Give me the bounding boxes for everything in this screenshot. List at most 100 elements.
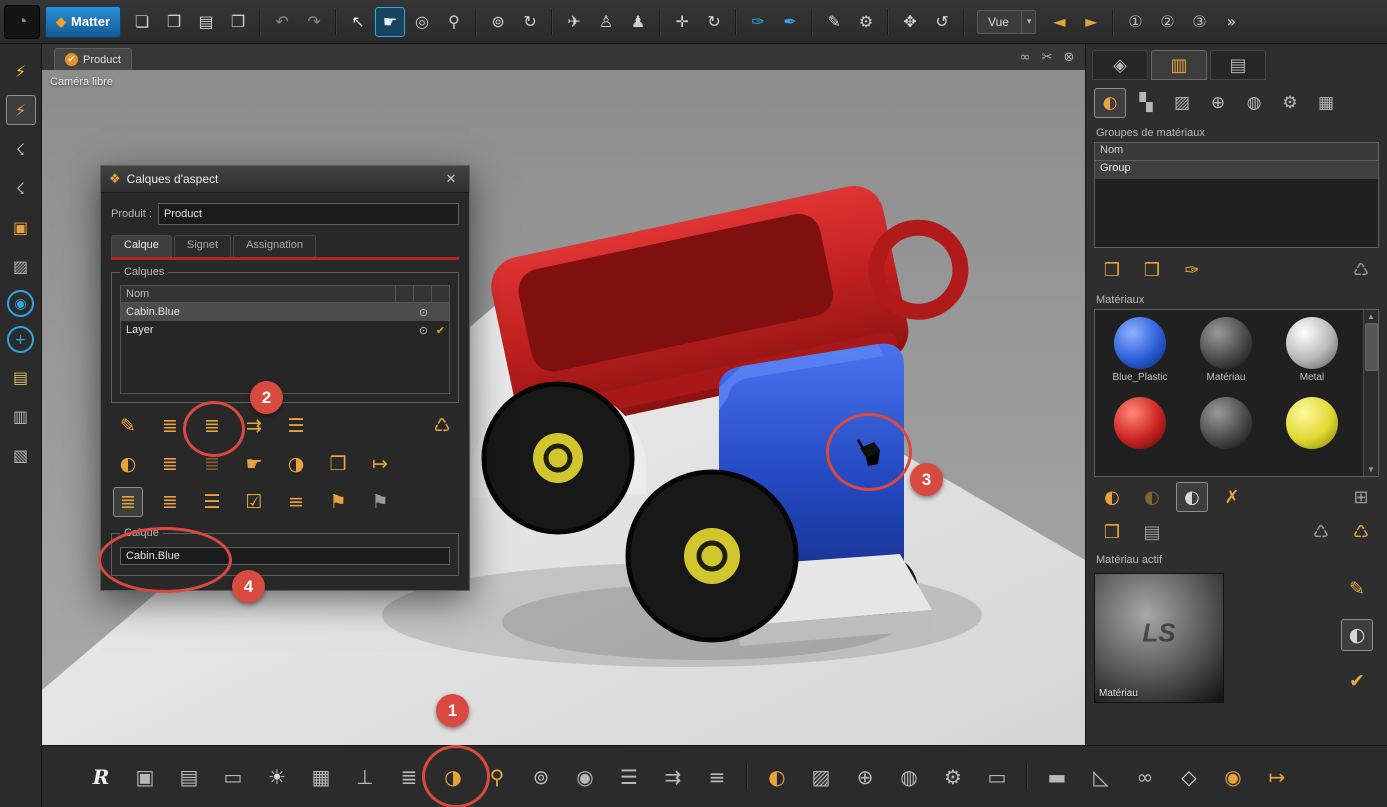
capture-screen-icon[interactable]: ▭ bbox=[214, 758, 252, 796]
translate-icon[interactable]: ✛ bbox=[667, 7, 697, 37]
camera-target-icon[interactable]: ⊚ bbox=[483, 7, 513, 37]
set-square-icon[interactable]: ◺ bbox=[1082, 758, 1120, 796]
new-file-icon[interactable]: ❏ bbox=[127, 7, 157, 37]
material-tile[interactable] bbox=[1269, 392, 1355, 472]
snapshot-gallery-icon[interactable]: ▣ bbox=[126, 758, 164, 796]
material-tile[interactable]: Metal bbox=[1269, 312, 1355, 392]
images-library-icon[interactable]: ▨ bbox=[802, 758, 840, 796]
tab-assignation[interactable]: Assignation bbox=[233, 235, 316, 257]
database-tab[interactable]: ▤ bbox=[1210, 50, 1266, 80]
new-material-icon[interactable]: ◐ bbox=[1096, 482, 1128, 512]
eye-icon[interactable]: ⊙ bbox=[415, 324, 432, 337]
redo-icon[interactable]: ↷ bbox=[299, 7, 329, 37]
duplicate-material-icon[interactable]: ◐ bbox=[1136, 482, 1168, 512]
link-layers-icon[interactable]: ≡ bbox=[281, 487, 311, 517]
materials-lib-icon[interactable]: ◐ bbox=[1094, 88, 1126, 118]
grid-view-icon[interactable]: ⊞ bbox=[1345, 482, 1377, 512]
matter-mode-button[interactable]: ◆ Matter bbox=[45, 6, 121, 38]
checklist-icon[interactable]: ⇉ bbox=[654, 758, 692, 796]
pick-assign-icon[interactable]: ✎ bbox=[113, 411, 143, 441]
images-lib-icon[interactable]: ▨ bbox=[1166, 88, 1198, 118]
import-material-icon[interactable]: ❒ bbox=[1096, 517, 1128, 547]
chevron-down-icon[interactable]: ▾ bbox=[1021, 11, 1032, 33]
materials-scrollbar[interactable]: ▲ ▼ bbox=[1363, 310, 1378, 476]
product-input[interactable] bbox=[158, 203, 459, 225]
zoom-camera-icon[interactable]: ⚲ bbox=[439, 7, 469, 37]
image-settings-icon[interactable]: ▤ bbox=[170, 758, 208, 796]
new-group-icon[interactable]: ❒ bbox=[1096, 255, 1128, 285]
app-logo-icon[interactable]: ◔ bbox=[4, 5, 40, 39]
camera-orbit-icon[interactable]: ↻ bbox=[515, 7, 545, 37]
pick-settings-icon[interactable]: ⚙ bbox=[851, 7, 881, 37]
adjust-sliders-icon[interactable]: ≣ bbox=[390, 758, 428, 796]
orbit-camera-icon[interactable]: ◎ bbox=[407, 7, 437, 37]
delete-layer-icon[interactable]: ♺ bbox=[427, 411, 457, 441]
validate-layers-icon[interactable]: ☑ bbox=[239, 487, 269, 517]
material-tile[interactable]: Blue_Plastic bbox=[1097, 312, 1183, 392]
clean-group-icon[interactable]: ✑ bbox=[1176, 255, 1208, 285]
select-cursor-icon[interactable]: ↖ bbox=[343, 7, 373, 37]
hdri-lib-icon[interactable]: ◍ bbox=[1238, 88, 1270, 118]
duplicate-group-icon[interactable]: ❒ bbox=[1136, 255, 1168, 285]
add-layer-icon[interactable]: ≣ bbox=[155, 411, 185, 441]
aspect-layers-icon[interactable]: ◑ bbox=[434, 758, 472, 796]
ruler-icon[interactable]: ▬ bbox=[1038, 758, 1076, 796]
scroll-up-icon[interactable]: ▲ bbox=[1367, 312, 1375, 321]
products-tab[interactable]: ◈ bbox=[1092, 50, 1148, 80]
image-export-icon[interactable]: ▨ bbox=[6, 251, 36, 281]
close-icon[interactable]: ✕ bbox=[441, 171, 461, 187]
gear-icon[interactable]: ⚙ bbox=[934, 758, 972, 796]
tag-link-icon[interactable]: ⚑ bbox=[323, 487, 353, 517]
active-material-ball-icon[interactable]: ◐ bbox=[1341, 619, 1373, 651]
layer-row[interactable]: Cabin.Blue⊙ bbox=[121, 303, 449, 321]
layer-order-middle-icon[interactable]: ≣ bbox=[155, 487, 185, 517]
save-icon[interactable]: ▤ bbox=[191, 7, 221, 37]
delete-material-icon[interactable]: ♺ bbox=[1305, 517, 1337, 547]
folder-add-icon[interactable]: ❒ bbox=[323, 449, 353, 479]
open-folder-icon[interactable]: ❒ bbox=[159, 7, 189, 37]
detach-icon[interactable]: ✂ bbox=[1037, 47, 1057, 67]
glasses-3d-icon[interactable]: ∞ bbox=[1126, 758, 1164, 796]
textures-lib-icon[interactable]: ▚ bbox=[1130, 88, 1162, 118]
sun-lighting-icon[interactable]: ☀ bbox=[258, 758, 296, 796]
scroll-down-icon[interactable]: ▼ bbox=[1367, 465, 1375, 474]
view-slot-3-icon[interactable]: ③ bbox=[1184, 7, 1214, 37]
delete-group-icon[interactable]: ♺ bbox=[1345, 255, 1377, 285]
view-slot-1-icon[interactable]: ① bbox=[1120, 7, 1150, 37]
sphere-target-icon[interactable]: ◉ bbox=[1214, 758, 1252, 796]
add-material-layer-icon[interactable]: ≣ bbox=[155, 449, 185, 479]
apply-material-icon[interactable]: ✔ bbox=[1341, 665, 1373, 697]
paint-material-icon[interactable]: ✑ bbox=[743, 7, 773, 37]
group-row[interactable]: Group bbox=[1095, 161, 1378, 179]
undo-icon[interactable]: ↶ bbox=[267, 7, 297, 37]
batch-render-icon[interactable]: ☇ bbox=[6, 173, 36, 203]
purge-materials-icon[interactable]: ♺ bbox=[1345, 517, 1377, 547]
dialog-titlebar[interactable]: ❖ Calques d'aspect ✕ bbox=[101, 166, 469, 193]
render-picture-icon[interactable]: ▥ bbox=[6, 401, 36, 431]
bookmark-next-icon[interactable]: ► bbox=[1076, 7, 1106, 37]
material-spheres-icon[interactable]: ⊚ bbox=[522, 758, 560, 796]
material-tile[interactable]: Matériau bbox=[1183, 312, 1269, 392]
realtime-render-icon[interactable]: ⚡ bbox=[6, 56, 36, 86]
sphere-export-icon[interactable]: ↦ bbox=[1258, 758, 1296, 796]
material-tile[interactable] bbox=[1097, 392, 1183, 472]
rotate-icon[interactable]: ↻ bbox=[699, 7, 729, 37]
move-to-layer-icon[interactable]: ↦ bbox=[365, 449, 395, 479]
tab-product[interactable]: ✔ Product bbox=[54, 48, 132, 70]
layers-stack-icon[interactable]: ☰ bbox=[610, 758, 648, 796]
visibility-eye-icon[interactable]: ◉ bbox=[7, 290, 34, 317]
add-plus-icon[interactable]: + bbox=[7, 326, 34, 353]
toolbar-overflow-icon[interactable]: » bbox=[1216, 7, 1246, 37]
move-manipulator-icon[interactable]: ✥ bbox=[895, 7, 925, 37]
libraries-tab[interactable]: ▥ bbox=[1151, 50, 1207, 80]
render-icon[interactable]: R bbox=[82, 758, 120, 796]
tab-calque[interactable]: Calque bbox=[111, 235, 172, 257]
screen-icon[interactable]: ▭ bbox=[978, 758, 1016, 796]
sphere-set-icon[interactable]: ◍ bbox=[890, 758, 928, 796]
avatar-mode-icon[interactable]: ♟ bbox=[623, 7, 653, 37]
walk-mode-icon[interactable]: ♙ bbox=[591, 7, 621, 37]
layer-list-icon[interactable]: ☰ bbox=[281, 411, 311, 441]
new-material-layer-icon[interactable]: ◐ bbox=[113, 449, 143, 479]
material-tile[interactable] bbox=[1183, 392, 1269, 472]
transfer-layer-icon[interactable]: ⇉ bbox=[239, 411, 269, 441]
